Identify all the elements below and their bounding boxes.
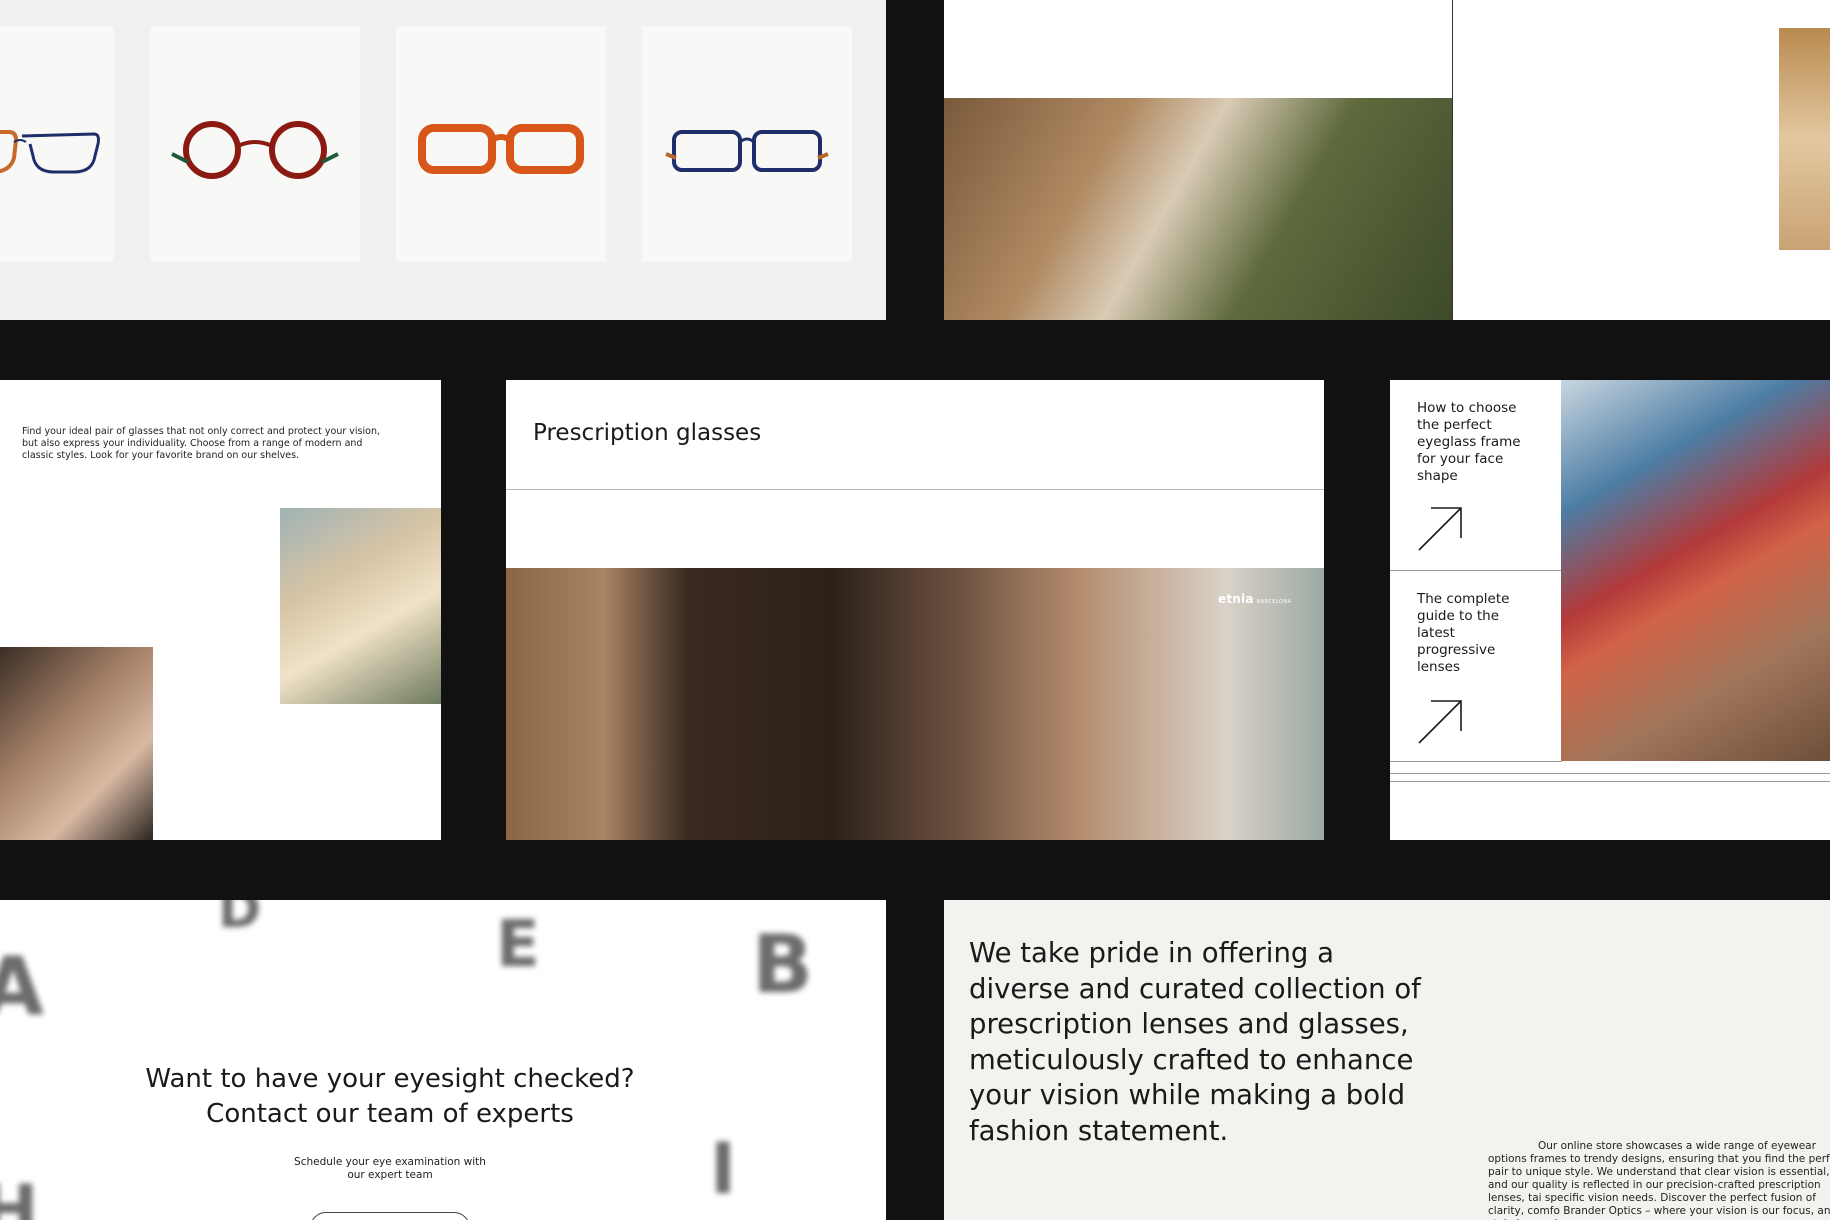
- guide-title: How to choose the perfect eyeglass frame…: [1417, 400, 1521, 484]
- lifestyle-panel-right: [1452, 0, 1830, 320]
- about-body: Our online store showcases a wide range …: [1488, 1140, 1830, 1220]
- chart-letter: B: [752, 918, 813, 1011]
- brand-name: etnia: [1218, 592, 1254, 606]
- product-card[interactable]: [396, 26, 606, 262]
- subtext-line-2: our expert team: [347, 1169, 433, 1181]
- hero-photo-man-glasses: [506, 568, 1324, 840]
- divider: [1390, 773, 1830, 774]
- navy-rectangle-frame-icon: [665, 130, 829, 172]
- divider: [1390, 781, 1830, 782]
- brand-sub: BARCELONA: [1256, 599, 1292, 605]
- product-strip: [0, 0, 886, 320]
- chart-letter: D: [218, 900, 262, 940]
- eye-exam-panel: D E B A I H Want to have your eyesight c…: [0, 900, 886, 1220]
- eye-exam-subtext: Schedule your eye examination with our e…: [0, 1156, 780, 1182]
- about-statement: We take pride in offering a diverse and …: [969, 937, 1421, 1147]
- photo-woman-glasses: [280, 508, 441, 704]
- product-card[interactable]: [0, 26, 114, 262]
- guide-link-progressive-lenses[interactable]: The complete guide to the latest progres…: [1390, 571, 1562, 762]
- chart-letter: A: [0, 940, 44, 1033]
- page-title: Prescription glasses: [533, 420, 762, 446]
- lifestyle-photo-cropped: [1779, 28, 1830, 250]
- schedule-button[interactable]: [310, 1212, 470, 1220]
- guide-title: The complete guide to the latest progres…: [1417, 591, 1510, 675]
- headline-line-1: Want to have your eyesight checked?: [145, 1064, 635, 1094]
- prescription-panel: Prescription glasses etnia BARCELONA: [506, 380, 1324, 840]
- photo-man-red-coral: [1561, 380, 1830, 761]
- lifestyle-photo-men-sunglasses: [944, 98, 1452, 320]
- guide-link-frame-shape[interactable]: How to choose the perfect eyeglass frame…: [1390, 380, 1562, 571]
- red-round-frame-icon: [171, 121, 339, 179]
- eye-exam-headline: Want to have your eyesight checked? Cont…: [0, 1062, 780, 1132]
- lifestyle-panel: [944, 0, 1452, 320]
- divider: [506, 489, 1324, 490]
- product-card[interactable]: [150, 26, 360, 262]
- intro-panel: Find your ideal pair of glasses that not…: [0, 380, 441, 840]
- brand-logo: etnia BARCELONA: [1218, 592, 1292, 606]
- product-card[interactable]: [642, 26, 852, 262]
- subtext-line-1: Schedule your eye examination with: [294, 1156, 486, 1168]
- guides-panel: How to choose the perfect eyeglass frame…: [1390, 380, 1830, 840]
- navy-tortoise-frame-icon: [0, 130, 100, 174]
- about-panel: We take pride in offering a diverse and …: [944, 900, 1830, 1220]
- photo-woman-round-glasses: [0, 647, 153, 840]
- chart-letter: E: [496, 908, 540, 982]
- arrow-up-right-icon[interactable]: [1417, 506, 1463, 552]
- orange-rectangle-frame-icon: [418, 124, 584, 174]
- intro-text: Find your ideal pair of glasses that not…: [22, 426, 380, 461]
- arrow-up-right-icon[interactable]: [1417, 699, 1463, 745]
- headline-line-2: Contact our team of experts: [206, 1099, 574, 1129]
